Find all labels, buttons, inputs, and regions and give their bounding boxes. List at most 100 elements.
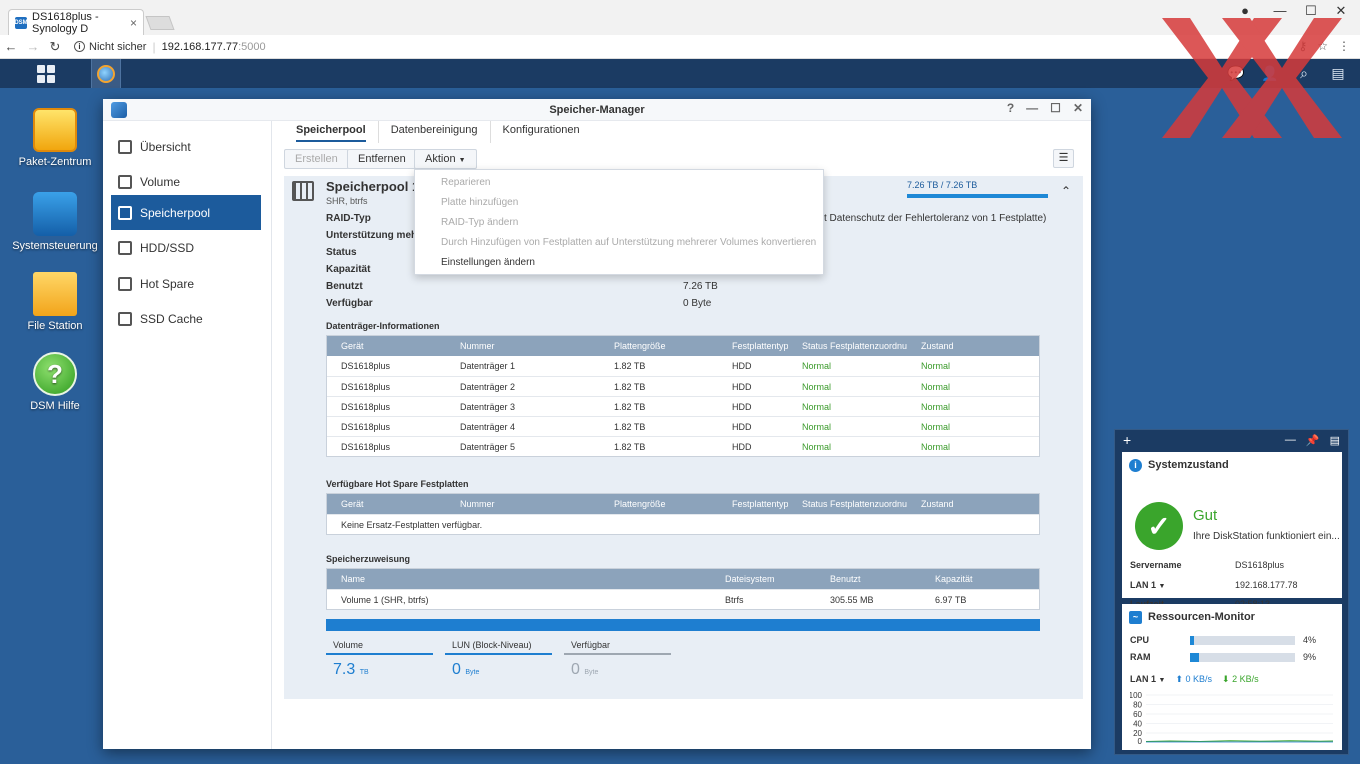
summary-unit: TB bbox=[359, 669, 369, 676]
sidebar-item-hdd-ssd[interactable]: HDD/SSD bbox=[111, 230, 261, 265]
raid-type-value: t Datenschutz der Fehlertoleranz von 1 F… bbox=[824, 213, 1047, 224]
column-header[interactable]: Status Festplattenzuordnung bbox=[788, 499, 907, 509]
widget-layout-icon[interactable]: ▤ bbox=[1330, 434, 1340, 447]
column-header[interactable]: Festplattentyp bbox=[718, 341, 788, 351]
upload-value: 0 KB/s bbox=[1185, 674, 1213, 684]
column-header[interactable]: Plattengröße bbox=[600, 499, 718, 509]
add-widget-icon[interactable]: + bbox=[1123, 432, 1131, 448]
arrow-up-icon: ⬆ bbox=[1175, 674, 1184, 684]
column-header[interactable]: Nummer bbox=[446, 499, 600, 509]
pin-icon[interactable]: 📌 bbox=[1306, 434, 1320, 447]
minimize-widgets-icon[interactable]: — bbox=[1285, 434, 1296, 447]
ram-bar bbox=[1190, 652, 1295, 662]
sidebar-item-volume[interactable]: Volume bbox=[111, 164, 261, 199]
y-tick: 40 bbox=[1133, 720, 1142, 729]
desktop-dsm-help[interactable]: ? DSM Hilfe bbox=[5, 352, 105, 412]
column-header[interactable]: Status Festplattenzuordnung bbox=[788, 341, 907, 351]
dsm-taskbar: 💬 👤 ⌕ ▤ bbox=[0, 59, 1360, 88]
forward-icon[interactable]: → bbox=[22, 39, 44, 54]
resource-monitor-widget: ~ Ressourcen-Monitor CPU 4% RAM 9% LAN 1… bbox=[1122, 604, 1342, 750]
new-tab-button[interactable] bbox=[145, 16, 175, 30]
collapse-chevron-icon[interactable]: ⌃ bbox=[1061, 184, 1071, 198]
url-host[interactable]: 192.168.177.77 bbox=[162, 41, 238, 53]
tab-configurations[interactable]: Konfigurationen bbox=[491, 121, 592, 143]
allocation-summary: Volume 7.3 TB LUN (Block-Niveau) 0 Byte … bbox=[326, 638, 1040, 688]
column-header[interactable]: Nummer bbox=[446, 341, 600, 351]
cell-allocation-status: Normal bbox=[802, 421, 832, 432]
info-icon: i bbox=[74, 41, 85, 52]
close-window-icon[interactable]: ✕ bbox=[1073, 101, 1083, 115]
table-row[interactable]: DS1618plus Datenträger 2 1.82 TB HDD Nor… bbox=[327, 376, 1039, 396]
disk-info-title: Datenträger-Informationen bbox=[326, 321, 440, 331]
menu-item-edit-settings[interactable]: Einstellungen ändern bbox=[415, 253, 823, 273]
maximize-window-icon[interactable]: ☐ bbox=[1050, 101, 1061, 115]
desktop-control-panel[interactable]: Systemsteuerung bbox=[5, 192, 105, 252]
column-header[interactable]: Gerät bbox=[327, 499, 446, 509]
desktop-package-center[interactable]: Paket-Zentrum bbox=[5, 108, 105, 168]
back-icon[interactable]: ← bbox=[0, 39, 22, 54]
column-header[interactable]: Festplattentyp bbox=[718, 499, 788, 509]
table-row[interactable]: DS1618plus Datenträger 5 1.82 TB HDD Nor… bbox=[327, 436, 1039, 456]
table-row[interactable]: DS1618plus Datenträger 1 1.82 TB HDD Nor… bbox=[327, 356, 1039, 376]
menu-item-add-disk[interactable]: Platte hinzufügen bbox=[415, 193, 823, 213]
column-header[interactable]: Dateisystem bbox=[711, 574, 816, 584]
sidebar-item-storage-pool[interactable]: Speicherpool bbox=[111, 195, 261, 230]
upload-rate: ⬆ 0 KB/s bbox=[1175, 674, 1212, 685]
column-header[interactable]: Benutzt bbox=[816, 574, 921, 584]
reload-icon[interactable]: ↻ bbox=[44, 39, 66, 55]
sidebar-item-hot-spare[interactable]: Hot Spare bbox=[111, 266, 261, 301]
url-port[interactable]: :5000 bbox=[238, 41, 266, 53]
hot-spare-icon bbox=[118, 276, 132, 291]
cell-number: Datenträger 1 bbox=[460, 361, 516, 371]
checkmark-icon: ✓ bbox=[1135, 502, 1183, 550]
info-icon: i bbox=[1129, 458, 1142, 472]
menu-item-convert-multi-volume[interactable]: Durch Hinzufügen von Festplatten auf Unt… bbox=[415, 233, 823, 253]
summary-label: Volume bbox=[333, 640, 364, 650]
desktop-file-station[interactable]: File Station bbox=[5, 272, 105, 332]
column-header[interactable]: Gerät bbox=[327, 341, 446, 351]
cell-health: Normal bbox=[921, 381, 951, 392]
column-header[interactable]: Zustand bbox=[907, 499, 1037, 509]
minimize-window-icon[interactable]: — bbox=[1026, 101, 1038, 115]
menu-item-repair[interactable]: Reparieren bbox=[415, 173, 823, 193]
help-question-icon[interactable]: ? bbox=[1007, 101, 1014, 115]
main-menu-icon[interactable] bbox=[37, 65, 55, 83]
lan-label: LAN 1 bbox=[1130, 674, 1157, 684]
tab-storage-pool[interactable]: Speicherpool bbox=[284, 121, 379, 143]
window-titlebar[interactable]: Speicher-Manager ? — ☐ ✕ bbox=[103, 99, 1091, 121]
table-row[interactable]: DS1618plus Datenträger 4 1.82 TB HDD Nor… bbox=[327, 416, 1039, 436]
cell-size: 1.82 TB bbox=[614, 361, 646, 371]
summary-number: 7.3 bbox=[333, 661, 356, 678]
close-tab-icon[interactable]: × bbox=[130, 16, 137, 30]
cell-type: HDD bbox=[732, 441, 752, 452]
security-indicator[interactable]: i Nicht sicher bbox=[74, 41, 146, 53]
column-header[interactable]: Zustand bbox=[907, 341, 1037, 351]
url-divider: | bbox=[152, 39, 156, 54]
sidebar-item-overview[interactable]: Übersicht bbox=[111, 129, 261, 164]
remove-button[interactable]: Entfernen bbox=[347, 149, 417, 169]
lan-select[interactable]: LAN 1 ▼ bbox=[1130, 674, 1165, 685]
column-header[interactable]: Kapazität bbox=[921, 574, 1039, 584]
action-button[interactable]: Aktion ▼ bbox=[414, 149, 477, 169]
cpu-row: CPU 4% bbox=[1130, 635, 1316, 645]
storage-pool-icon bbox=[118, 205, 132, 220]
table-row[interactable]: Volume 1 (SHR, btrfs) Btrfs 305.55 MB 6.… bbox=[327, 589, 1039, 609]
cell-allocation-status: Normal bbox=[802, 441, 832, 452]
tab-data-scrubbing[interactable]: Datenbereinigung bbox=[379, 121, 491, 143]
column-header[interactable]: Name bbox=[327, 574, 711, 584]
table-row[interactable]: DS1618plus Datenträger 3 1.82 TB HDD Nor… bbox=[327, 396, 1039, 416]
table-header: Name Dateisystem Benutzt Kapazität bbox=[327, 569, 1039, 589]
widget-panel: + — 📌 ▤ i Systemzustand ✓ Gut Ihre DiskS… bbox=[1114, 429, 1349, 755]
sort-list-icon[interactable]: ☰ bbox=[1053, 149, 1074, 168]
available-label: Verfügbar bbox=[326, 298, 373, 309]
taskbar-storage-manager[interactable] bbox=[91, 59, 121, 88]
browser-tab[interactable]: DSM DS1618plus - Synology D × bbox=[8, 9, 144, 35]
cell-type: HDD bbox=[732, 421, 752, 432]
menu-item-change-raid[interactable]: RAID-Typ ändern bbox=[415, 213, 823, 233]
lan-select[interactable]: LAN 1 ▼ bbox=[1130, 580, 1165, 590]
create-button[interactable]: Erstellen bbox=[284, 149, 349, 169]
sidebar-item-ssd-cache[interactable]: SSD Cache bbox=[111, 301, 261, 336]
cell-device: DS1618plus bbox=[341, 441, 391, 452]
column-header[interactable]: Plattengröße bbox=[600, 341, 718, 351]
capacity-label: Kapazität bbox=[326, 264, 371, 275]
